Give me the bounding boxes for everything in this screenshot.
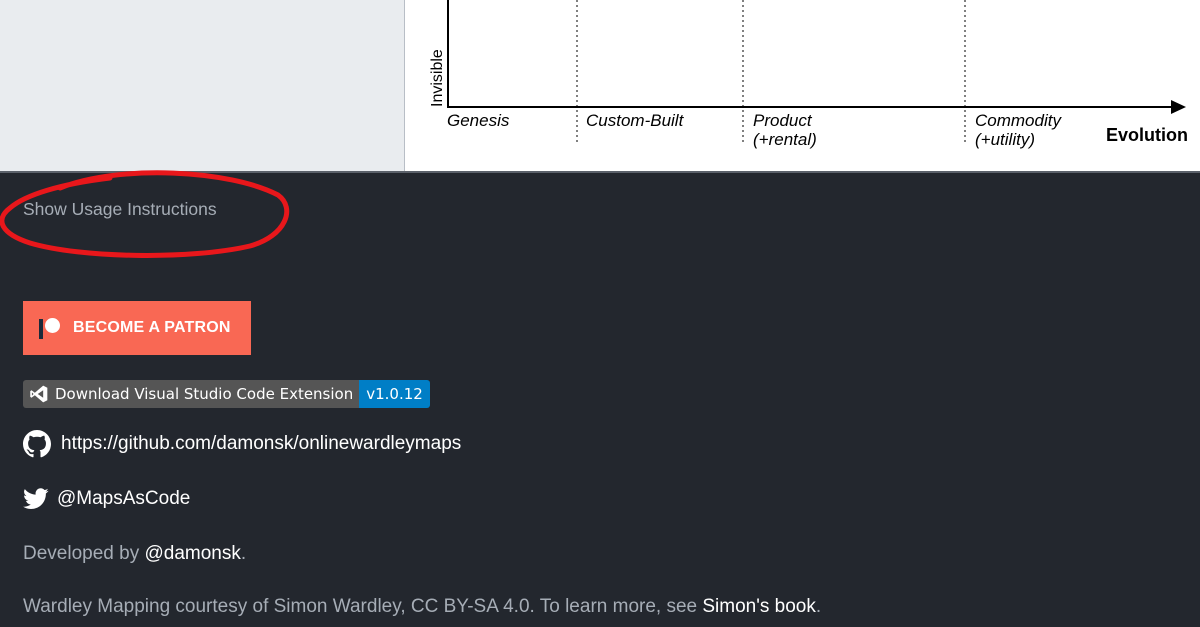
vscode-extension-badge[interactable]: Download Visual Studio Code Extension v1… — [23, 380, 430, 408]
x-axis-arrow — [1171, 100, 1186, 114]
vscode-badge-label: Download Visual Studio Code Extension — [55, 385, 354, 403]
credit-text: Wardley Mapping courtesy of Simon Wardle… — [23, 596, 703, 617]
show-usage-instructions-link[interactable]: Show Usage Instructions — [23, 199, 217, 220]
become-a-patron-button[interactable]: BECOME A PATRON — [23, 301, 251, 355]
stage-custom-built: Custom-Built — [586, 111, 685, 130]
developer-link[interactable]: @damonsk — [144, 543, 240, 564]
stage-product-sub: (+rental) — [753, 130, 817, 149]
stage-commodity: Commodity — [975, 111, 1062, 130]
twitter-icon — [23, 488, 49, 509]
twitter-row: @MapsAsCode — [23, 488, 190, 510]
developed-by-line: Developed by @damonsk. — [23, 543, 246, 565]
developed-by-suffix: . — [240, 543, 247, 564]
credit-suffix: . — [815, 596, 822, 617]
stage-genesis: Genesis — [447, 111, 510, 130]
stage-product: Product — [753, 111, 813, 130]
vscode-badge-label-section: Download Visual Studio Code Extension — [23, 380, 360, 408]
developed-by-prefix: Developed by — [23, 543, 145, 564]
github-link[interactable]: https://github.com/damonsk/onlinewardley… — [61, 433, 461, 455]
wardley-map-canvas: Invisible Genesis Custom-Built Product (… — [404, 0, 1200, 171]
y-axis-label: Invisible — [429, 49, 446, 107]
github-row: https://github.com/damonsk/onlinewardley… — [23, 430, 461, 458]
patron-button-label: BECOME A PATRON — [73, 319, 231, 336]
x-axis-label: Evolution — [1106, 125, 1188, 145]
top-area: Invisible Genesis Custom-Built Product (… — [0, 0, 1200, 172]
vscode-icon — [30, 385, 48, 403]
stage-commodity-sub: (+utility) — [975, 130, 1035, 149]
simons-book-link[interactable]: Simon's book — [702, 596, 815, 617]
twitter-link[interactable]: @MapsAsCode — [57, 488, 190, 510]
credit-line: Wardley Mapping courtesy of Simon Wardle… — [23, 596, 821, 618]
map-editor-panel[interactable] — [0, 0, 404, 172]
patreon-icon — [38, 316, 62, 340]
github-icon — [23, 430, 51, 458]
vscode-badge-version: v1.0.12 — [359, 380, 430, 408]
wardley-map-svg: Invisible Genesis Custom-Built Product (… — [429, 0, 1188, 149]
